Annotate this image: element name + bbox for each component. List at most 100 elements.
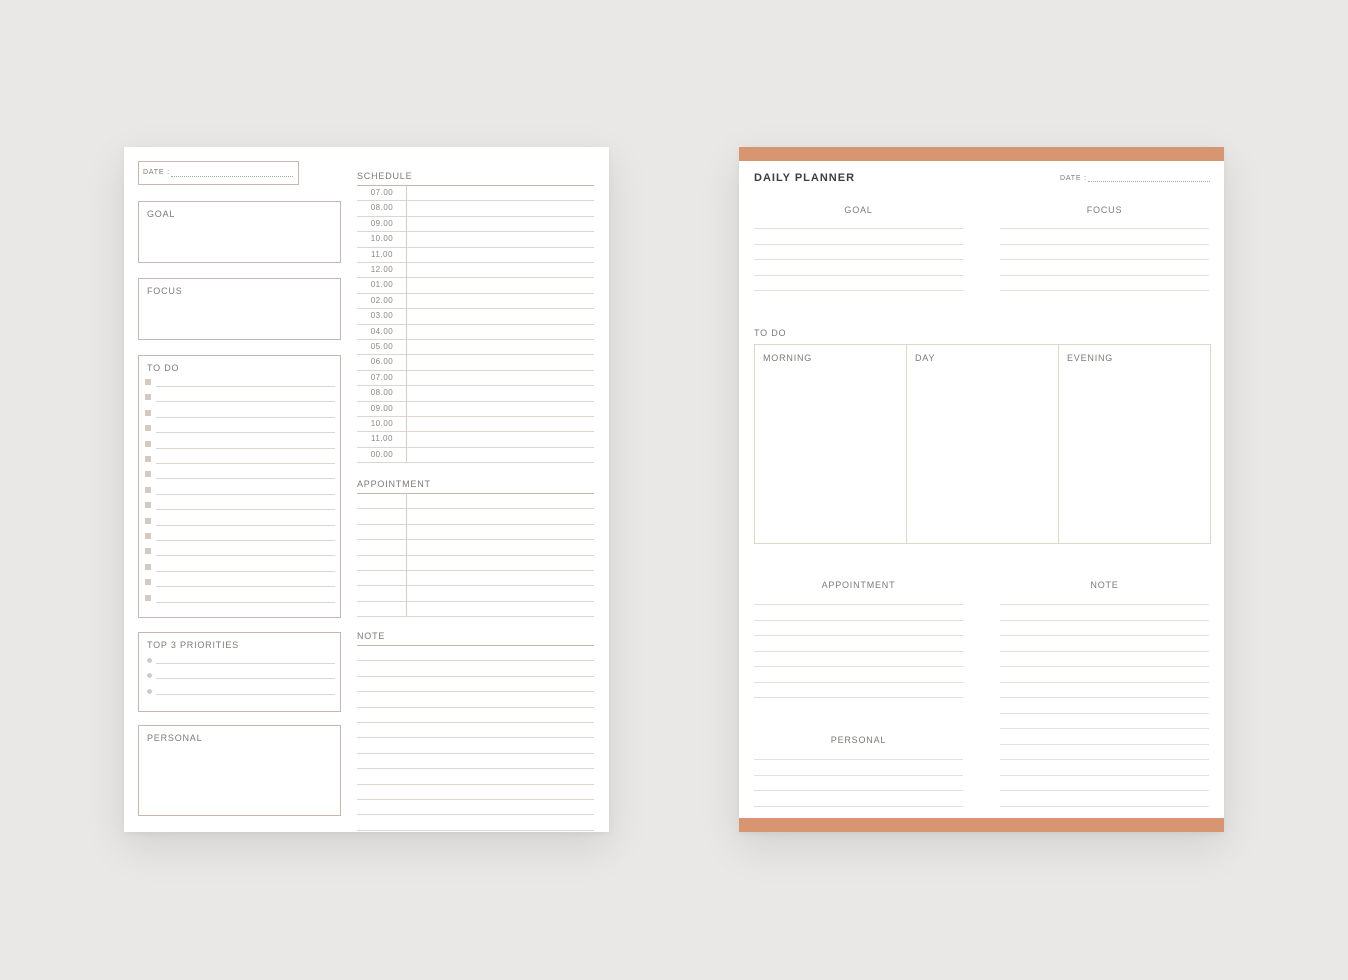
appointment-row-line[interactable] [357,600,594,602]
personal-line[interactable] [754,805,963,807]
todo-checkbox[interactable] [145,533,151,539]
note-line[interactable] [357,768,594,770]
note-line[interactable] [1000,635,1209,636]
appointment-row-line[interactable] [357,585,594,587]
schedule-row-line[interactable] [357,323,594,325]
personal-line[interactable] [754,790,963,791]
appointment-row-line[interactable] [357,570,594,571]
note-line[interactable] [1000,604,1209,605]
note-line[interactable] [1000,666,1209,667]
note-line[interactable] [357,799,594,800]
note-line[interactable] [1000,759,1209,760]
focus-line[interactable] [1000,290,1209,291]
goal-line[interactable] [754,228,963,229]
appointment-row-line[interactable] [357,616,594,618]
todo-line[interactable] [156,509,335,511]
appointment-line[interactable] [754,619,963,621]
schedule-row-line[interactable] [357,292,594,294]
todo-line[interactable] [156,478,335,480]
schedule-row-line[interactable] [357,231,594,233]
todo-checkbox[interactable] [145,379,151,385]
schedule-row-line[interactable] [357,416,594,417]
goal-line[interactable] [754,243,963,245]
todo-line[interactable] [156,463,335,464]
schedule-row-line[interactable] [357,200,594,202]
todo-day-column[interactable]: DAY [906,344,1059,544]
date-field[interactable] [171,176,293,177]
schedule-row-line[interactable] [357,446,594,448]
todo-checkbox[interactable] [145,456,151,462]
appointment-row-line[interactable] [357,508,594,510]
todo-line[interactable] [156,555,335,557]
focus-line[interactable] [1000,274,1209,276]
personal-line[interactable] [754,759,963,760]
todo-line[interactable] [156,432,335,434]
todo-checkbox[interactable] [145,394,151,401]
note-line[interactable] [357,722,594,723]
todo-line[interactable] [156,524,335,526]
note-line[interactable] [1000,728,1209,729]
todo-line[interactable] [156,586,335,588]
schedule-row-line[interactable] [357,246,594,248]
appointment-line[interactable] [754,681,963,683]
todo-checkbox[interactable] [145,425,151,432]
appointment-line[interactable] [754,604,963,605]
focus-line[interactable] [1000,243,1209,245]
todo-checkbox[interactable] [145,594,151,601]
note-line[interactable] [1000,619,1209,621]
appointment-line[interactable] [754,697,963,698]
schedule-row-line[interactable] [357,369,594,371]
focus-line[interactable] [1000,228,1209,229]
schedule-row-line[interactable] [357,354,594,356]
schedule-row-line[interactable] [357,215,594,217]
schedule-row-line[interactable] [357,308,594,310]
todo-line[interactable] [156,570,335,572]
goal-line[interactable] [754,259,963,260]
note-line[interactable] [357,706,594,708]
note-line[interactable] [357,829,594,831]
note-line[interactable] [357,675,594,677]
focus-box[interactable]: FOCUS [138,278,341,340]
appointment-row-line[interactable] [357,539,594,541]
goal-line[interactable] [754,274,963,276]
todo-checkbox[interactable] [145,471,151,478]
schedule-row-line[interactable] [357,431,594,433]
priority-line[interactable] [156,663,335,664]
todo-line[interactable] [156,447,335,449]
personal-box[interactable]: PERSONAL [138,725,341,816]
note-line[interactable] [357,660,594,662]
appointment-line[interactable] [754,650,963,652]
note-line[interactable] [1000,712,1209,714]
todo-line[interactable] [156,386,335,387]
schedule-row-line[interactable] [357,339,594,340]
goal-box[interactable]: GOAL [138,201,341,263]
todo-checkbox[interactable] [145,563,151,570]
todo-line[interactable] [156,601,335,603]
appointment-line[interactable] [754,666,963,667]
note-line[interactable] [357,752,594,754]
appointment-row-line[interactable] [357,523,594,525]
note-line[interactable] [357,783,594,785]
note-line[interactable] [1000,650,1209,652]
todo-line[interactable] [156,493,335,495]
schedule-row-line[interactable] [357,277,594,279]
focus-line[interactable] [1000,259,1209,260]
priority-line[interactable] [156,693,335,695]
todo-checkbox[interactable] [145,502,151,509]
todo-checkbox[interactable] [145,409,151,416]
note-line[interactable] [357,814,594,816]
schedule-row-line[interactable] [357,385,594,387]
date-field[interactable] [1088,181,1210,182]
appointment-row-line[interactable] [357,554,594,556]
note-line[interactable] [357,691,594,693]
todo-evening-column[interactable]: EVENING [1058,344,1211,544]
note-line[interactable] [1000,790,1209,791]
schedule-row-line[interactable] [357,262,594,263]
priority-line[interactable] [156,678,335,680]
note-line[interactable] [1000,681,1209,683]
note-line[interactable] [1000,697,1209,698]
note-line[interactable] [1000,743,1209,745]
todo-checkbox[interactable] [145,517,151,524]
todo-line[interactable] [156,416,335,418]
todo-morning-column[interactable]: MORNING [754,344,907,544]
